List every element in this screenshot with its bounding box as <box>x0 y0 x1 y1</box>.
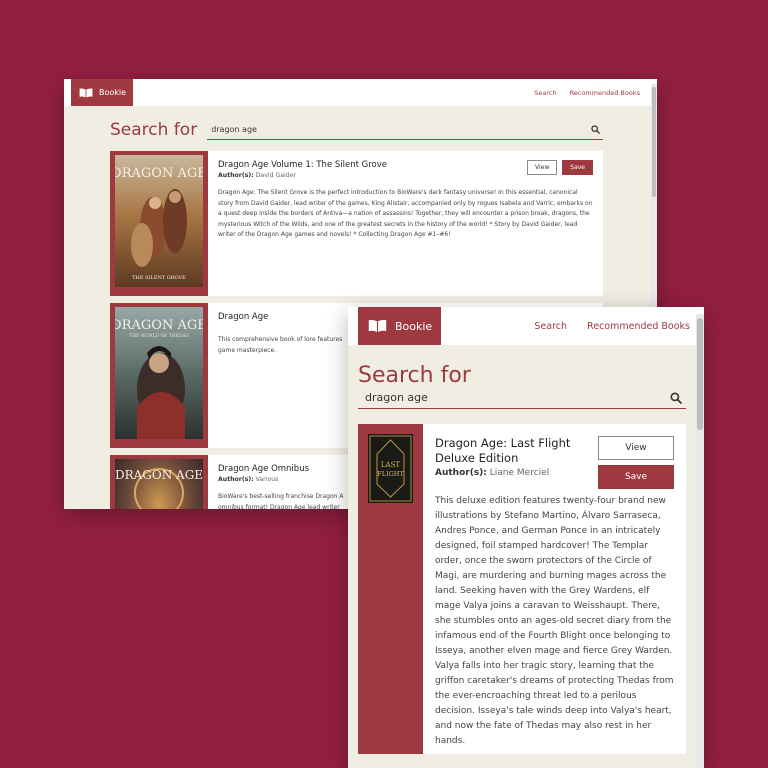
author-label: Author(s): <box>218 172 254 179</box>
view-button[interactable]: View <box>598 436 674 460</box>
cover-subtitle-text: THE SILENT GROVE <box>132 275 186 281</box>
book-description: This comprehensive book of lore features… <box>218 336 343 354</box>
cover-title-text: FLIGHT <box>377 470 404 478</box>
cover-title-text: DRAGON AGE <box>115 166 203 181</box>
cover-column: DRAGON AGE <box>110 455 208 509</box>
search-input[interactable] <box>211 125 591 134</box>
result-details: Dragon Age Volume 1: The Silent Grove Au… <box>208 151 603 296</box>
front-browser-window: Bookie Search Recommended Books Search f… <box>348 307 704 768</box>
search-section: Search for <box>358 363 686 409</box>
author-name: David Gaider <box>255 172 297 179</box>
search-section: Search for <box>110 120 603 140</box>
search-box <box>207 122 603 140</box>
open-book-icon <box>79 87 93 97</box>
brand-name: Bookie <box>395 319 433 333</box>
scrollbar-thumb[interactable] <box>652 87 656 197</box>
result-card: DRAGON AGE THE SILENT GROVE Dragon Age V… <box>110 151 603 296</box>
navbar: Bookie Search Recommended Books <box>64 79 657 106</box>
search-box <box>358 391 686 409</box>
result-actions: View Save <box>598 436 674 489</box>
nav-link-recommended-books[interactable]: Recommended Books <box>570 89 640 97</box>
result-actions: View Save <box>527 160 593 175</box>
author-label: Author(s): <box>435 468 487 478</box>
book-cover-image[interactable]: DRAGON AGE THE WORLD OF THEDAS <box>115 307 203 439</box>
search-icon[interactable] <box>591 125 600 134</box>
scrollbar-thumb[interactable] <box>697 318 703 430</box>
save-button[interactable]: Save <box>598 465 674 489</box>
book-cover-image[interactable]: DRAGON AGE THE SILENT GROVE <box>115 155 203 287</box>
book-description: Dragon Age: The Silent Grove is the perf… <box>218 189 593 238</box>
cover-column: LAST FLIGHT <box>358 424 423 754</box>
result-card: LAST FLIGHT Dragon Age: Last Flight Delu… <box>358 424 686 754</box>
book-title[interactable]: Dragon Age: Last Flight Deluxe Edition <box>435 436 585 466</box>
author-name: Various <box>255 476 279 483</box>
brand-logo[interactable]: Bookie <box>71 79 134 106</box>
book-cover-image[interactable]: LAST FLIGHT <box>368 434 413 503</box>
nav-link-recommended-books[interactable]: Recommended Books <box>587 321 690 332</box>
nav-link-search[interactable]: Search <box>534 89 556 97</box>
search-icon[interactable] <box>670 391 682 404</box>
cover-subtitle-text: THE WORLD OF THEDAS <box>129 333 189 339</box>
search-input[interactable] <box>365 391 670 404</box>
view-button[interactable]: View <box>527 160 558 175</box>
author-label: Author(s): <box>218 476 254 483</box>
book-cover-image[interactable]: DRAGON AGE <box>115 459 203 509</box>
brand-logo[interactable]: Bookie <box>358 307 442 345</box>
cover-column: DRAGON AGE THE WORLD OF THEDAS <box>110 303 208 448</box>
navbar: Bookie Search Recommended Books <box>348 307 704 345</box>
search-heading: Search for <box>358 363 471 388</box>
nav-links: Search Recommended Books <box>534 79 657 106</box>
result-details: Dragon Age: Last Flight Deluxe Edition A… <box>423 424 686 754</box>
scrollbar[interactable] <box>696 314 704 768</box>
save-button[interactable]: Save <box>562 160 593 175</box>
results-list: LAST FLIGHT Dragon Age: Last Flight Delu… <box>358 424 686 754</box>
cover-title-text: DRAGON AGE <box>115 318 203 333</box>
book-description: BioWare's best-selling franchise Dragon … <box>218 493 344 509</box>
cover-title-text: DRAGON AGE <box>115 468 203 482</box>
cover-column: DRAGON AGE THE SILENT GROVE <box>110 151 208 296</box>
author-name: Liane Merciel <box>489 468 550 478</box>
brand-name: Bookie <box>99 88 127 97</box>
nav-link-search[interactable]: Search <box>534 321 567 332</box>
nav-links: Search Recommended Books <box>534 307 704 345</box>
cover-title-text: LAST <box>381 461 400 469</box>
open-book-icon <box>368 319 387 332</box>
search-heading: Search for <box>110 120 198 140</box>
book-description: This deluxe edition features twenty-four… <box>435 496 674 746</box>
